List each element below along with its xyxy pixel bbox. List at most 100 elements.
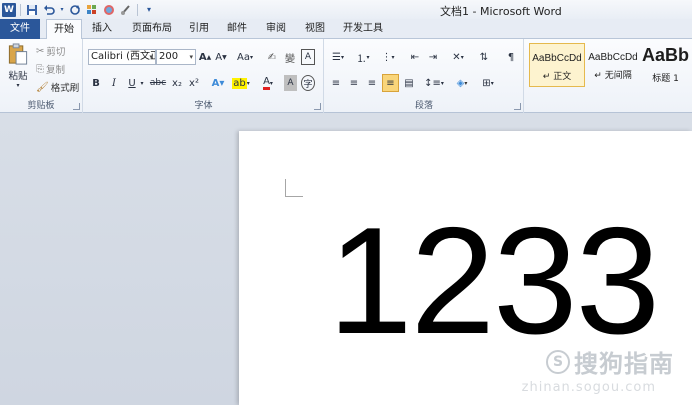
qat-separator xyxy=(20,3,21,16)
copy-label: 复制 xyxy=(46,65,66,76)
scissors-icon: ✂ xyxy=(36,45,45,57)
strikethrough-button[interactable]: abc xyxy=(149,75,167,91)
undo-icon[interactable] xyxy=(42,3,56,17)
increase-indent-icon[interactable]: ⇥ xyxy=(425,49,441,65)
font-group-label: 字体 xyxy=(194,101,213,111)
margin-corner-mark xyxy=(285,179,303,197)
tab-developer[interactable]: 开发工具 xyxy=(337,19,389,39)
highlight-color-icon[interactable]: ab ▾ xyxy=(232,75,250,91)
paste-dropdown-icon[interactable]: ▾ xyxy=(16,82,19,89)
document-page[interactable]: 1233 S 搜狗指南 zhinan.sogou.com xyxy=(239,131,692,405)
font-name-dropdown-icon[interactable]: ▾ xyxy=(149,50,153,64)
style-no-spacing[interactable]: AaBbCcDd ↵ 无间隔 xyxy=(585,43,641,87)
style-heading-1-name: 标题 1 xyxy=(652,74,679,84)
quick-access-toolbar: W ▾ ▾ xyxy=(2,1,156,18)
tab-home[interactable]: 开始 xyxy=(46,19,82,40)
font-size-value: 200 xyxy=(159,51,179,62)
dropdown-arrow-icon[interactable]: ▾ xyxy=(59,3,65,17)
copy-button[interactable]: ⎘ 复制 xyxy=(36,61,80,77)
shading-icon[interactable]: ◈ ▾ xyxy=(451,75,473,91)
font-size-dropdown-icon[interactable]: ▾ xyxy=(189,50,193,64)
paragraph-group-label: 段落 xyxy=(414,101,433,111)
redo-icon[interactable] xyxy=(68,3,82,17)
phonetic-guide-icon[interactable]: 變 xyxy=(283,49,297,65)
italic-button[interactable]: I xyxy=(108,75,120,91)
bullets-icon[interactable]: ☰ ▾ xyxy=(327,49,349,65)
document-text[interactable]: 1233 xyxy=(328,205,660,357)
text-effects-icon[interactable]: A▾ xyxy=(209,75,227,91)
style-no-spacing-sample: AaBbCcDd xyxy=(588,52,638,63)
change-case-label: Aa xyxy=(237,51,250,63)
tab-file[interactable]: 文件 xyxy=(0,19,40,39)
tab-review[interactable]: 审阅 xyxy=(260,19,292,39)
superscript-button[interactable]: x² xyxy=(187,75,201,91)
word-logo-icon[interactable]: W xyxy=(2,2,16,17)
paragraph-launcher-icon[interactable] xyxy=(514,103,521,110)
brush-icon: 🖌 xyxy=(36,81,49,93)
align-left-icon[interactable]: ≡ xyxy=(329,75,343,91)
numbering-icon[interactable]: ⒈ ▾ xyxy=(352,49,374,65)
distributed-icon[interactable]: ▤ xyxy=(402,75,416,91)
styles-gallery: AaBbCcDd ↵ 正文 AaBbCcDd ↵ 无间隔 AaBb 标题 1 xyxy=(527,43,692,97)
grow-font-button[interactable]: A ▲ xyxy=(198,49,212,65)
character-shading-icon[interactable]: A xyxy=(284,75,297,91)
shrink-font-button[interactable]: A ▼ xyxy=(214,49,228,65)
tab-mailings[interactable]: 邮件 xyxy=(221,19,253,39)
enclose-characters-icon[interactable]: 字 xyxy=(301,75,315,91)
copy-icon: ⎘ xyxy=(36,63,44,75)
font-name-combo[interactable]: Calibri (西文正文) ▾ xyxy=(88,49,156,65)
underline-dropdown-icon[interactable]: ▾ xyxy=(139,75,145,91)
cut-button[interactable]: ✂ 剪切 xyxy=(36,43,80,59)
chinese-layout-icon[interactable]: ✕ ▾ xyxy=(447,49,469,65)
window-title: 文档1 - Microsoft Word xyxy=(440,5,562,18)
paragraph-group: ☰ ▾ ⒈ ▾ ⋮ ▾ ⇤ ⇥ ✕ ▾ ⇅ ¶ ≡ ≡ ≡ ≡ ▤ ↕≡ ▾ ◈ ▾ ⊞ ▾ … xyxy=(325,39,524,113)
tab-page-layout[interactable]: 页面布局 xyxy=(124,19,180,39)
align-right-icon[interactable]: ≡ xyxy=(365,75,379,91)
change-case-button[interactable]: Aa ▾ xyxy=(234,49,256,65)
style-normal[interactable]: AaBbCcDd ↵ 正文 xyxy=(529,43,585,87)
format-painter-icon[interactable] xyxy=(85,3,99,17)
ribbon: 粘贴 ▾ ✂ 剪切 ⎘ 复制 🖌 格式刷 剪贴板 Calibri (西文正文) … xyxy=(0,39,692,113)
brush-icon[interactable] xyxy=(119,3,133,17)
watermark-logo-icon: S xyxy=(546,349,570,374)
style-no-spacing-name: ↵ 无间隔 xyxy=(594,71,632,81)
subscript-button[interactable]: x₂ xyxy=(170,75,184,91)
font-color-icon[interactable]: A ▾ xyxy=(259,75,277,91)
clipboard-launcher-icon[interactable] xyxy=(73,103,80,110)
cut-label: 剪切 xyxy=(46,47,66,58)
tab-insert[interactable]: 插入 xyxy=(85,19,119,39)
font-size-combo[interactable]: 200 ▾ xyxy=(156,49,196,65)
borders-icon[interactable]: ⊞ ▾ xyxy=(477,75,499,91)
font-group: Calibri (西文正文) ▾ 200 ▾ A▲ A▼ Aa▾ ✍ 變 A B… xyxy=(84,39,324,113)
style-normal-sample: AaBbCcDd xyxy=(532,53,582,64)
bold-button[interactable]: B xyxy=(90,75,102,91)
sort-icon[interactable]: ⇅ xyxy=(476,49,492,65)
character-border-icon[interactable]: A xyxy=(301,49,315,65)
style-heading-1-sample: AaBb xyxy=(641,45,689,65)
tab-references[interactable]: 引用 xyxy=(183,19,215,39)
tab-view[interactable]: 视图 xyxy=(299,19,331,39)
justify-icon[interactable]: ≡ xyxy=(382,74,399,92)
watermark: S 搜狗指南 xyxy=(546,344,674,379)
multilevel-list-icon[interactable]: ⋮ ▾ xyxy=(377,49,399,65)
save-icon[interactable] xyxy=(25,3,39,17)
clear-formatting-icon[interactable]: ✍ xyxy=(265,49,279,65)
underline-button[interactable]: U xyxy=(126,75,138,91)
paste-icon xyxy=(8,43,28,65)
paste-button[interactable]: 粘贴 ▾ xyxy=(4,43,32,89)
style-normal-name: ↵ 正文 xyxy=(542,72,572,82)
document-workspace: 1233 S 搜狗指南 zhinan.sogou.com xyxy=(0,113,692,405)
font-launcher-icon[interactable] xyxy=(314,103,321,110)
paste-label: 粘贴 xyxy=(8,71,28,82)
clipboard-group: 粘贴 ▾ ✂ 剪切 ⎘ 复制 🖌 格式刷 剪贴板 xyxy=(0,39,83,113)
line-spacing-icon[interactable]: ↕≡ ▾ xyxy=(423,75,445,91)
show-marks-icon[interactable]: ¶ xyxy=(503,49,519,65)
style-heading-1[interactable]: AaBb 标题 1 xyxy=(639,43,692,87)
decrease-indent-icon[interactable]: ⇤ xyxy=(407,49,423,65)
qat-separator-2 xyxy=(137,3,138,16)
align-center-icon[interactable]: ≡ xyxy=(347,75,361,91)
color-icon[interactable] xyxy=(102,3,116,17)
title-bar: W ▾ ▾ 文档1 - Microsoft Word xyxy=(0,0,692,19)
customize-qat-icon[interactable]: ▾ xyxy=(142,3,156,17)
format-painter-button[interactable]: 🖌 格式刷 xyxy=(36,79,82,95)
